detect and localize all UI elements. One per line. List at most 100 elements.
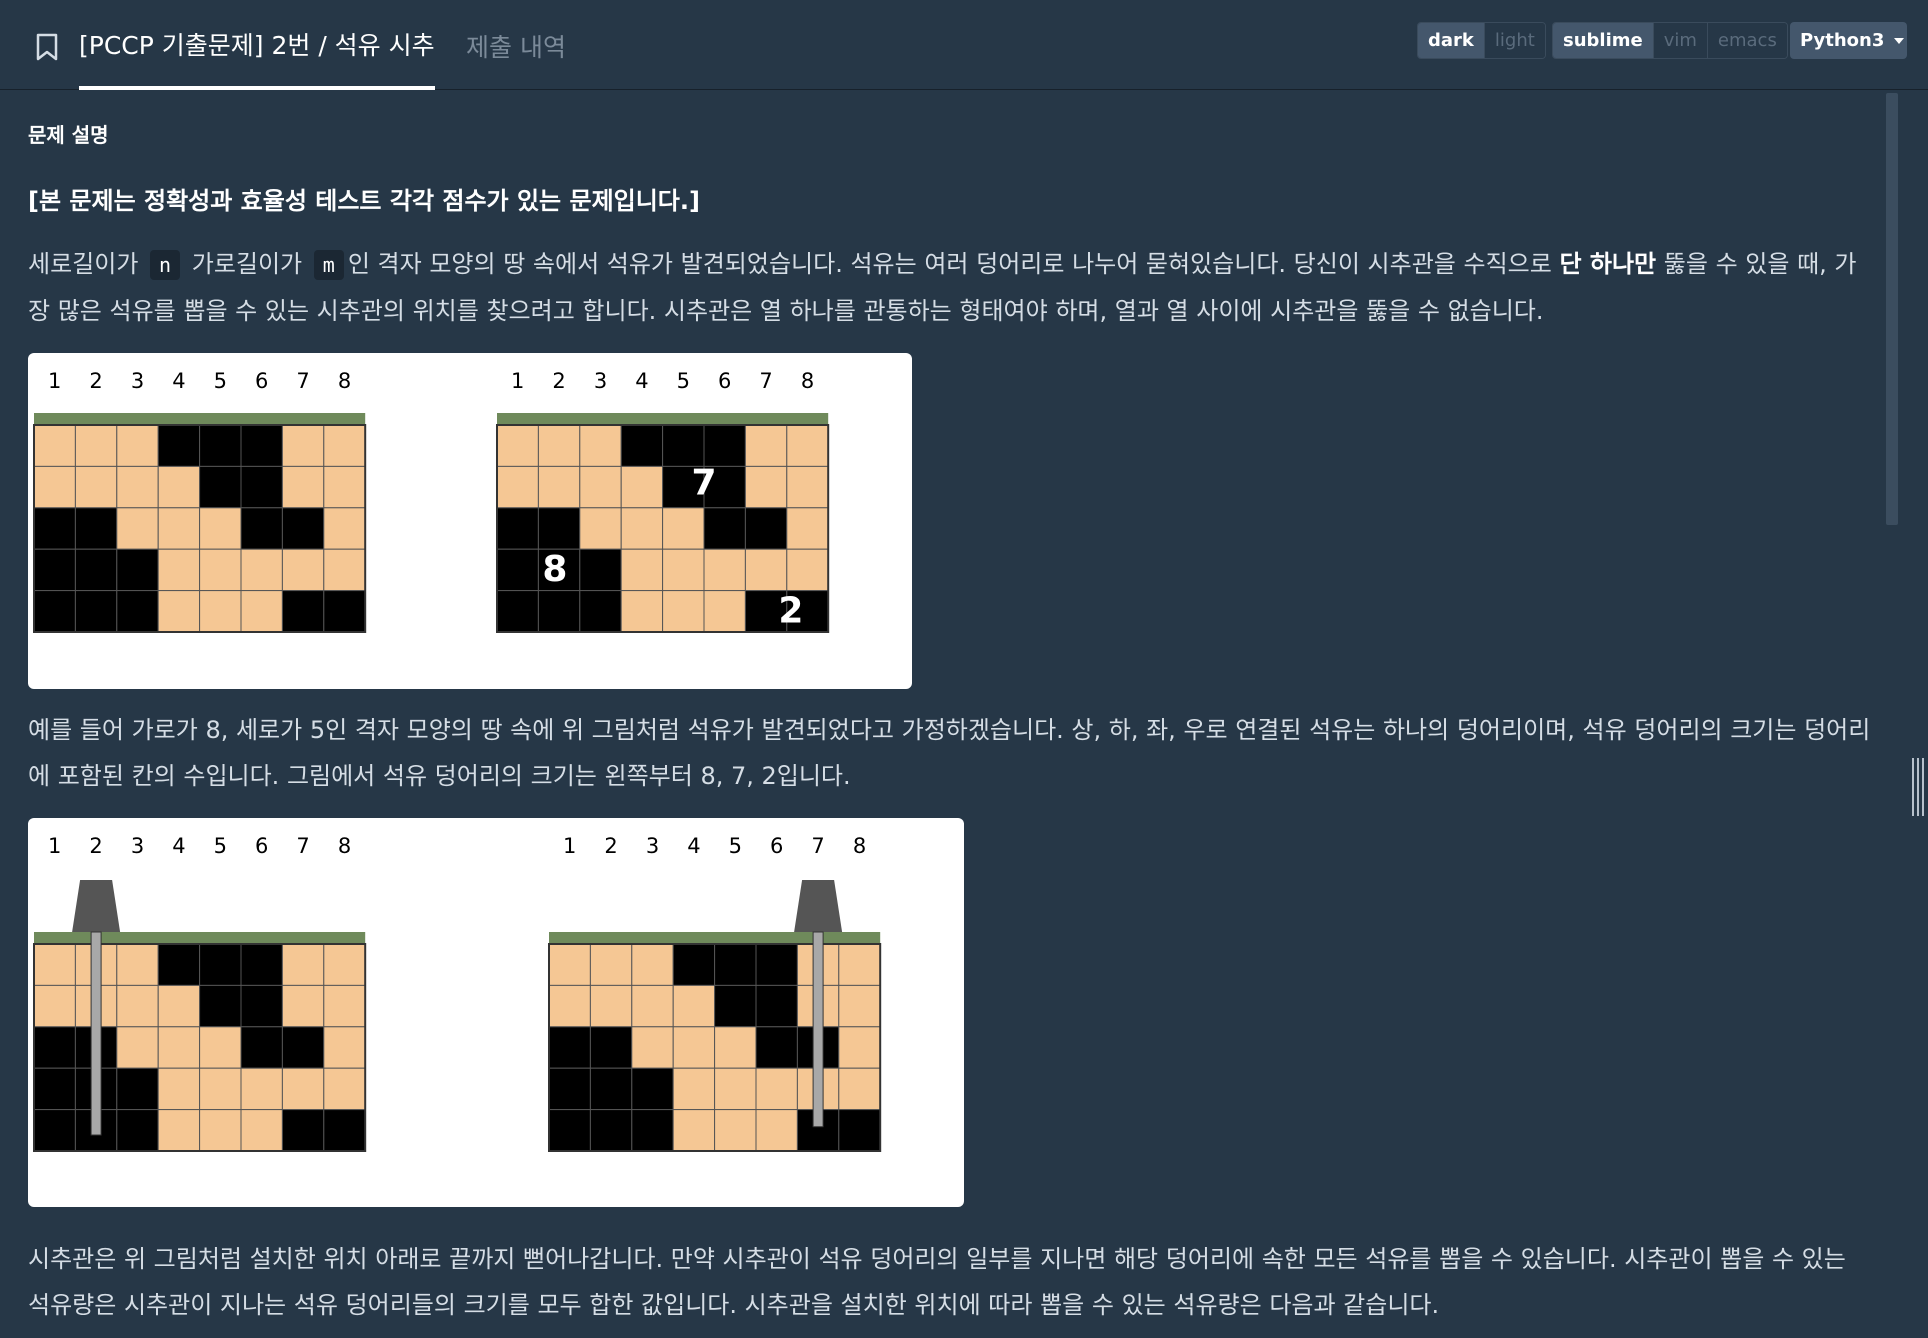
column-label: 1 bbox=[563, 834, 576, 858]
oil-cell bbox=[199, 465, 242, 509]
keymap-emacs-button[interactable]: emacs bbox=[1706, 23, 1787, 58]
column-label: 7 bbox=[296, 369, 309, 393]
drill-rig bbox=[72, 880, 121, 932]
soil-cell bbox=[157, 1026, 201, 1069]
figure-drill-pipes-svg: 1 2 3 4 5 6 7 8 1 2 3 4 5 6 7 8 bbox=[33, 834, 882, 1152]
oil-cell bbox=[116, 1067, 159, 1111]
tab-submission-history[interactable]: 제출 내역 bbox=[466, 28, 566, 64]
keymap-sublime-button[interactable]: sublime bbox=[1553, 23, 1653, 58]
column-label: 5 bbox=[214, 834, 227, 858]
column-label: 7 bbox=[759, 369, 772, 393]
oil-cell bbox=[579, 548, 622, 592]
problem-header: [PCCP 기출문제] 2번 / 석유 시추 제출 내역 dark light … bbox=[0, 0, 1928, 90]
soil-cell bbox=[281, 943, 325, 986]
soil-cell bbox=[703, 590, 746, 633]
oil-cell bbox=[74, 507, 118, 550]
soil-cell bbox=[631, 1026, 674, 1069]
oil-cell bbox=[240, 507, 283, 550]
theme-dark-button[interactable]: dark bbox=[1418, 23, 1484, 58]
soil-cell bbox=[755, 1109, 798, 1152]
soil-cell bbox=[240, 590, 283, 633]
soil-cell bbox=[579, 465, 622, 509]
oil-cell bbox=[240, 1026, 283, 1069]
oil-cell bbox=[496, 507, 539, 550]
text: 가로길이가 bbox=[191, 250, 303, 278]
drill-pipe bbox=[812, 931, 824, 1128]
soil-cell bbox=[240, 1067, 283, 1111]
column-label: 8 bbox=[801, 369, 814, 393]
soil-cell bbox=[323, 1026, 366, 1069]
soil-cell bbox=[240, 548, 283, 592]
column-label: 2 bbox=[552, 369, 565, 393]
soil-cell bbox=[323, 424, 366, 467]
oil-cell bbox=[589, 1109, 633, 1152]
soil-cell bbox=[157, 1109, 201, 1152]
soil-cell bbox=[620, 590, 664, 633]
oil-cell bbox=[496, 548, 539, 592]
oil-cell bbox=[199, 984, 242, 1028]
text: 세로길이가 bbox=[28, 250, 139, 278]
column-label: 3 bbox=[594, 369, 607, 393]
soil-cell bbox=[662, 507, 705, 550]
soil-cell bbox=[33, 424, 76, 467]
oil-cell bbox=[157, 943, 201, 986]
soil-cell bbox=[714, 1109, 757, 1152]
oil-cell bbox=[496, 590, 539, 633]
oil-cell bbox=[589, 1026, 633, 1069]
soil-cell bbox=[240, 1109, 283, 1152]
oil-cell bbox=[548, 1109, 591, 1152]
soil-cell bbox=[199, 1026, 242, 1069]
chunk-size-label: 8 bbox=[542, 549, 567, 590]
ground-surface bbox=[549, 932, 881, 944]
oil-cell bbox=[240, 943, 283, 986]
oil-cell bbox=[755, 1026, 798, 1069]
scrollbar-thumb[interactable] bbox=[1886, 93, 1898, 525]
soil-cell bbox=[786, 424, 829, 467]
soil-cell bbox=[157, 1067, 201, 1111]
language-select[interactable]: Python3 bbox=[1790, 22, 1907, 59]
soil-cell bbox=[116, 1026, 159, 1069]
soil-cell bbox=[157, 548, 201, 592]
oil-cell bbox=[703, 507, 746, 550]
soil-cell bbox=[199, 548, 242, 592]
column-label: 8 bbox=[338, 369, 351, 393]
column-label: 5 bbox=[214, 369, 227, 393]
drill-rig bbox=[794, 880, 843, 932]
soil-cell bbox=[672, 1026, 716, 1069]
oil-cell bbox=[662, 424, 705, 467]
theme-light-button[interactable]: light bbox=[1483, 23, 1545, 58]
column-label: 2 bbox=[89, 834, 102, 858]
soil-cell bbox=[589, 943, 633, 986]
bookmark-icon[interactable] bbox=[33, 32, 61, 62]
soil-cell bbox=[33, 984, 76, 1028]
soil-cell bbox=[786, 548, 829, 592]
oil-cell bbox=[744, 507, 788, 550]
oil-cell bbox=[199, 424, 242, 467]
oil-cell bbox=[548, 1067, 591, 1111]
soil-cell bbox=[703, 548, 746, 592]
problem-notice: [본 문제는 정확성과 효율성 테스트 각각 점수가 있는 문제입니다.] bbox=[28, 187, 700, 215]
soil-cell bbox=[199, 507, 242, 550]
resize-handle[interactable] bbox=[1912, 758, 1926, 816]
soil-cell bbox=[548, 984, 591, 1028]
chunk-size-label: 7 bbox=[691, 462, 716, 503]
oil-cell bbox=[281, 507, 325, 550]
soil-cell bbox=[157, 465, 201, 509]
soil-cell bbox=[496, 424, 539, 467]
soil-cell bbox=[199, 1109, 242, 1152]
oil-cell bbox=[589, 1067, 633, 1111]
soil-cell bbox=[672, 984, 716, 1028]
problem-description: 문제 설명 [본 문제는 정확성과 효율성 테스트 각각 점수가 있는 문제입니… bbox=[28, 91, 1888, 1338]
tab-problem[interactable]: [PCCP 기출문제] 2번 / 석유 시추 bbox=[79, 26, 435, 90]
oil-cell bbox=[281, 590, 325, 633]
language-label: Python3 bbox=[1800, 30, 1885, 51]
figure-oil-chunks: 1 2 3 4 5 6 7 8 1 2 3 4 5 6 7 8 7 8 2 bbox=[28, 353, 912, 689]
soil-cell bbox=[579, 424, 622, 467]
column-label: 1 bbox=[511, 369, 524, 393]
keymap-vim-button[interactable]: vim bbox=[1652, 23, 1707, 58]
figure-drill-pipes: 1 2 3 4 5 6 7 8 1 2 3 4 5 6 7 8 bbox=[28, 818, 964, 1207]
soil-cell bbox=[662, 590, 705, 633]
oil-cell bbox=[537, 507, 581, 550]
oil-cell bbox=[199, 943, 242, 986]
paragraph-intro: 세로길이가 n 가로길이가 m인 격자 모양의 땅 속에서 석유가 발견되었습니… bbox=[28, 241, 1874, 334]
